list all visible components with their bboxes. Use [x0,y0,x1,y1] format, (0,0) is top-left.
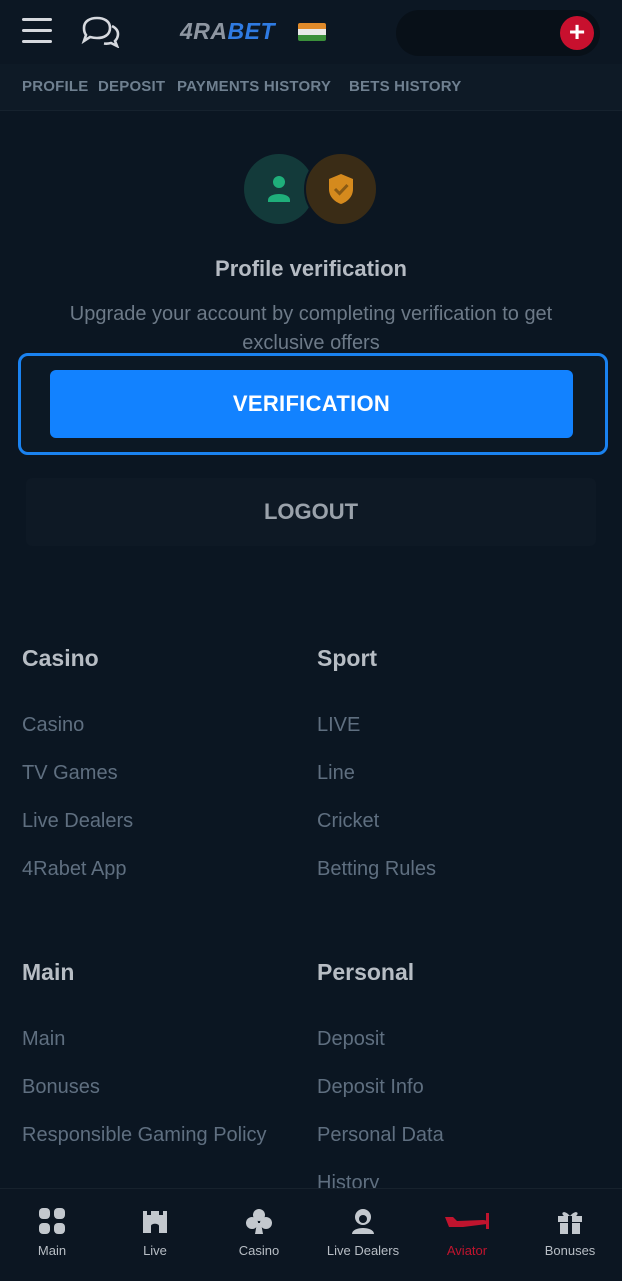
nav-main[interactable]: Main [0,1189,104,1281]
top-header: 4RABET + [0,0,622,64]
nav-casino-label: Casino [238,1243,280,1258]
verification-button[interactable]: VERIFICATION [50,370,573,438]
deposit-plus-button[interactable]: + [560,16,594,50]
tab-profile[interactable]: PROFILE [22,78,88,95]
nav-bonuses[interactable]: Bonuses [518,1189,622,1281]
logout-button[interactable]: LOGOUT [26,478,596,546]
footer-link-casino[interactable]: Casino [22,714,84,737]
india-flag-icon[interactable] [298,23,326,41]
footer-link-betting-rules[interactable]: Betting Rules [317,858,436,881]
club-icon [246,1209,272,1234]
nav-aviator[interactable]: Aviator [415,1189,519,1281]
verification-icons [244,152,378,226]
plane-icon [445,1213,489,1229]
nav-main-label: Main [37,1243,67,1258]
footer-link-main[interactable]: Main [22,1028,65,1051]
nav-live[interactable]: Live [103,1189,207,1281]
verification-title: Profile verification [215,256,407,281]
footer-link-deposit[interactable]: Deposit [317,1028,385,1051]
footer-link-personal-data[interactable]: Personal Data [317,1124,444,1147]
tab-bets-history[interactable]: BETS HISTORY [349,78,461,95]
footer-personal-title: Personal [317,959,415,985]
brand-logo[interactable]: 4RABET [180,18,275,45]
castle-icon [143,1211,167,1233]
chat-icon[interactable] [80,16,120,48]
footer-sport-title: Sport [317,645,378,671]
footer-link-live[interactable]: LIVE [317,714,360,737]
nav-live-label: Live [143,1243,167,1258]
footer-link-line[interactable]: Line [317,762,355,785]
shield-check-icon [304,152,378,226]
nav-live-dealers[interactable]: Live Dealers [311,1189,415,1281]
nav-casino[interactable]: Casino [207,1189,311,1281]
dealer-icon [352,1209,374,1234]
nav-bonuses-label: Bonuses [544,1243,596,1258]
tab-deposit[interactable]: DEPOSIT [98,78,165,95]
footer-link-deposit-info[interactable]: Deposit Info [317,1076,424,1099]
footer-link-4rabet-app[interactable]: 4Rabet App [22,858,127,881]
profile-tabs: PROFILE DEPOSIT PAYMENTS HISTORY BETS HI… [0,64,622,111]
footer-link-tv-games[interactable]: TV Games [22,762,118,785]
footer-link-live-dealers[interactable]: Live Dealers [22,810,133,833]
footer-link-responsible-gaming[interactable]: Responsible Gaming Policy [22,1124,267,1147]
menu-icon[interactable] [22,18,52,44]
verification-description: Upgrade your account by completing verif… [69,303,553,354]
bottom-navigation: Main Live Casino Live Dealers Aviator Bo… [0,1188,622,1281]
footer-casino-title: Casino [22,645,99,671]
footer-link-bonuses[interactable]: Bonuses [22,1076,100,1099]
gift-icon [558,1212,582,1234]
grid-icon [39,1208,65,1234]
footer-link-cricket[interactable]: Cricket [317,810,379,833]
footer-main-title: Main [22,959,75,985]
nav-live-dealers-label: Live Dealers [326,1243,400,1258]
tab-payments-history[interactable]: PAYMENTS HISTORY [177,78,331,95]
nav-aviator-label: Aviator [446,1243,488,1258]
